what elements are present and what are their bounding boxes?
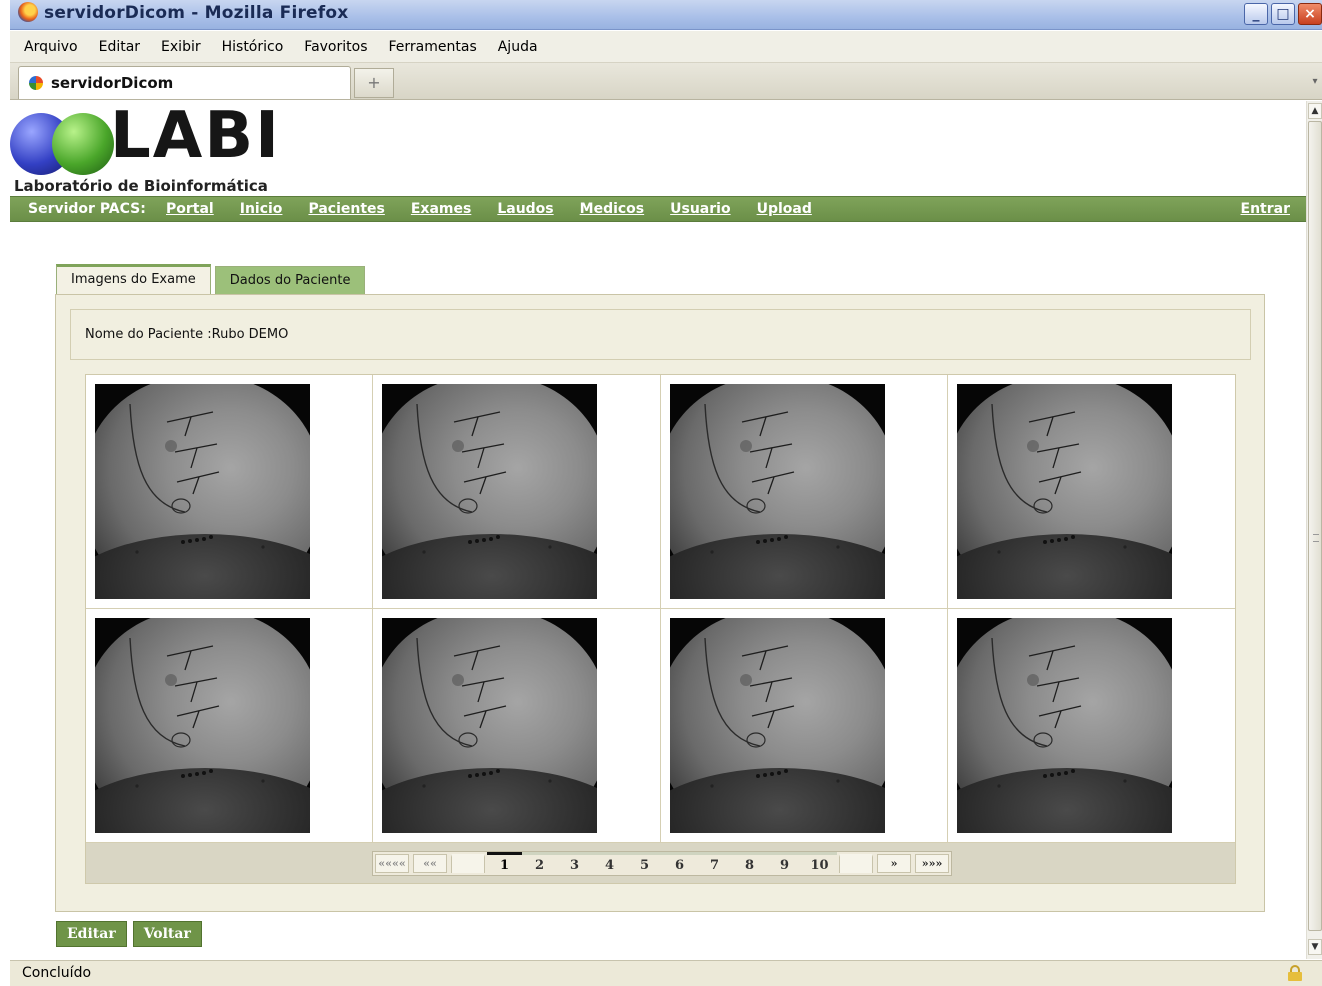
pager-first-button[interactable]: «««« [375,854,409,873]
pager-next-button[interactable]: » [877,854,911,873]
pager-page-5[interactable]: 5 [627,852,662,875]
nav-link-exames[interactable]: Exames [411,201,471,217]
pager-last-button[interactable]: »»» [915,854,949,873]
scroll-up-icon[interactable]: ▲ [1308,103,1322,119]
scroll-down-icon[interactable]: ▼ [1308,939,1322,955]
pager-page-4[interactable]: 4 [592,852,627,875]
pager-spacer [451,854,485,873]
patient-name-label: Nome do Paciente : [85,327,212,342]
pager-page-10[interactable]: 10 [802,852,837,875]
angiography-thumbnail[interactable] [669,618,885,833]
angiography-thumbnail[interactable] [382,384,598,599]
thumbnail-cell [373,609,661,843]
angiography-thumbnail[interactable] [95,618,310,833]
menu-exibir[interactable]: Exibir [161,39,201,55]
edit-button[interactable]: Editar [56,921,127,947]
thumbnail-cell [947,609,1235,843]
nav-link-upload[interactable]: Upload [757,201,812,217]
maximize-button[interactable]: □ [1271,3,1295,25]
loading-icon [29,76,43,90]
thumbnail-grid [86,375,1235,843]
pager-spacer [839,854,873,873]
logo-wordmark: LABI [110,101,281,173]
close-button[interactable]: × [1298,3,1322,25]
menu-favoritos[interactable]: Favoritos [304,39,367,55]
browser-tab-label: servidorDicom [51,74,174,92]
menu-arquivo[interactable]: Arquivo [24,39,78,55]
tab-list-chevron-icon[interactable]: ▾ [1308,67,1322,97]
scrollbar-grip-icon [1313,534,1319,542]
pager-page-2[interactable]: 2 [522,852,557,875]
pager-page-9[interactable]: 9 [767,852,802,875]
browser-tabstrip: servidorDicom + ▾ [10,63,1322,100]
page-viewport: LABI Laboratório de Bioinformática Servi… [10,101,1306,959]
logo-green-sphere [52,113,114,175]
angiography-thumbnail[interactable] [95,384,310,599]
pager-page-3[interactable]: 3 [557,852,592,875]
window-titlebar: servidorDicom - Mozilla Firefox _ □ × [10,0,1322,30]
back-button[interactable]: Voltar [132,921,202,947]
logo-subtitle: Laboratório de Bioinformática [14,177,268,195]
angiography-thumbnail[interactable] [956,618,1172,833]
angiography-thumbnail[interactable] [956,384,1172,599]
pager-page-8[interactable]: 8 [732,852,767,875]
status-text: Concluído [22,965,92,981]
thumbnail-cell [86,375,374,609]
pagination: «««« «« 1 2 3 4 5 6 7 8 9 10 » »»» [372,851,952,876]
thumbnail-cell [660,375,948,609]
thumbnail-cell [947,375,1235,609]
angiography-thumbnail[interactable] [382,618,598,833]
nav-link-laudos[interactable]: Laudos [497,201,553,217]
page-tabs: Imagens do Exame Dados do Paciente [56,264,366,296]
pager-page-6[interactable]: 6 [662,852,697,875]
window-controls: _ □ × [1244,3,1322,25]
scrollbar-thumb[interactable] [1308,121,1322,931]
nav-link-pacientes[interactable]: Pacientes [308,201,384,217]
menu-ajuda[interactable]: Ajuda [498,39,538,55]
patient-name-bar: Nome do Paciente :Rubo DEMO [70,309,1251,360]
status-bar: Concluído [10,960,1322,986]
angiography-thumbnail[interactable] [669,384,885,599]
login-link[interactable]: Entrar [1241,201,1290,217]
nav-brand: Servidor PACS: [28,201,146,217]
tab-dados-do-paciente[interactable]: Dados do Paciente [214,266,366,296]
image-gallery: «««« «« 1 2 3 4 5 6 7 8 9 10 » »»» [85,374,1236,884]
tab-imagens-do-exame[interactable]: Imagens do Exame [56,264,211,294]
new-tab-button[interactable]: + [354,68,394,98]
nav-links: Portal Inicio Pacientes Exames Laudos Me… [166,201,812,217]
nav-link-portal[interactable]: Portal [166,201,214,217]
browser-tab[interactable]: servidorDicom [18,66,351,99]
exam-images-panel: Nome do Paciente :Rubo DEMO «««« «« 1234… [55,294,1265,912]
menu-ferramentas[interactable]: Ferramentas [389,39,477,55]
window-title: servidorDicom - Mozilla Firefox [44,3,349,23]
nav-link-usuario[interactable]: Usuario [670,201,730,217]
nav-link-medicos[interactable]: Medicos [580,201,645,217]
pager-page-7[interactable]: 7 [697,852,732,875]
thumbnail-cell [86,609,374,843]
pager-page-1[interactable]: 1 [487,852,522,875]
pagination-bar: «««« «« 1 2 3 4 5 6 7 8 9 10 » »»» [86,843,1235,883]
pager-prev-button[interactable]: «« [413,854,447,873]
thumbnail-cell [373,375,661,609]
menu-editar[interactable]: Editar [99,39,140,55]
firefox-icon [18,2,38,22]
minimize-button[interactable]: _ [1244,3,1268,25]
main-nav: Servidor PACS: Portal Inicio Pacientes E… [10,196,1306,222]
thumbnail-cell [660,609,948,843]
pager-pages: 1 2 3 4 5 6 7 8 9 10 [487,852,837,875]
nav-link-inicio[interactable]: Inicio [240,201,283,217]
menu-historico[interactable]: Histórico [222,39,284,55]
form-actions: Editar Voltar [56,921,202,947]
menubar: Arquivo Editar Exibir Histórico Favorito… [10,31,1322,63]
lock-icon[interactable] [1288,965,1302,981]
labi-logo: LABI Laboratório de Bioinformática [10,101,310,197]
patient-name-value: Rubo DEMO [211,327,289,342]
vertical-scrollbar[interactable]: ▲ ▼ [1306,101,1322,959]
